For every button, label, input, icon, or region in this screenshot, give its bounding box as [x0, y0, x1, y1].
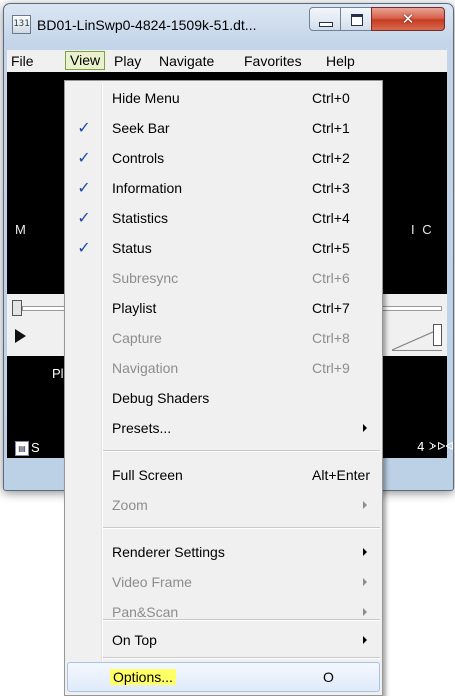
menu-item-shortcut: Ctrl+9	[312, 360, 350, 376]
menu-item-label: Presets...	[112, 420, 172, 436]
highlighted-label: Options...	[110, 669, 176, 685]
menu-favorites[interactable]: Favorites	[242, 52, 304, 70]
menu-item-shortcut: Ctrl+1	[312, 120, 350, 136]
menu-item-full-screen[interactable]: Full Screen Alt+Enter	[67, 460, 380, 490]
menu-separator	[103, 527, 380, 529]
menu-item-hide-menu[interactable]: Hide Menu Ctrl+0	[67, 83, 380, 113]
app-icon[interactable]: 131	[12, 15, 31, 34]
menu-item-label: Seek Bar	[112, 120, 170, 136]
menu-item-label: Zoom	[112, 497, 148, 513]
menu-play[interactable]: Play	[112, 52, 143, 70]
submenu-arrow-icon	[363, 636, 367, 644]
maximize-icon	[351, 14, 363, 26]
check-icon: ✓	[77, 148, 91, 167]
menu-item-options[interactable]: Options... O	[67, 662, 380, 692]
menu-navigate[interactable]: Navigate	[157, 52, 216, 70]
menu-item-video-frame: Video Frame	[67, 567, 380, 597]
play-icon[interactable]	[15, 329, 26, 343]
menu-separator	[103, 619, 380, 621]
submenu-arrow-icon	[363, 578, 367, 586]
menu-item-label: Playlist	[112, 300, 157, 316]
menu-item-label: Navigation	[112, 360, 179, 376]
window-title: BD01-LinSwp0-4824-1509k-51.dt...	[37, 17, 257, 33]
menu-item-shortcut: Ctrl+5	[312, 240, 350, 256]
menu-item-shortcut: Ctrl+7	[312, 300, 350, 316]
minimize-button[interactable]	[309, 7, 341, 31]
status-right-text: 4	[417, 440, 425, 454]
menu-item-label: Information	[112, 180, 183, 196]
video-text-left: M	[15, 222, 28, 237]
video-text-right: I C	[411, 222, 434, 237]
menu-item-label: Pan&Scan	[112, 604, 179, 620]
menu-item-presets[interactable]: Presets...	[67, 413, 380, 443]
submenu-arrow-icon	[363, 608, 367, 616]
seek-thumb[interactable]	[12, 300, 22, 316]
menu-item-debug-shaders[interactable]: Debug Shaders	[67, 383, 380, 413]
submenu-arrow-icon	[363, 424, 367, 432]
menu-help[interactable]: Help	[324, 52, 357, 70]
menu-item-shortcut: Ctrl+8	[312, 330, 350, 346]
menu-item-renderer-settings[interactable]: Renderer Settings	[67, 537, 380, 567]
menu-item-label: Status	[112, 240, 152, 256]
menu-item-label: On Top	[112, 632, 157, 648]
menu-item-zoom: Zoom	[67, 490, 380, 520]
menu-item-statistics[interactable]: ✓ Statistics Ctrl+4	[67, 203, 380, 233]
menu-item-label: Debug Shaders	[112, 390, 210, 406]
menu-item-shortcut: Ctrl+6	[312, 270, 350, 286]
status-icon: ▤	[15, 441, 29, 456]
menu-item-shortcut: O	[323, 669, 334, 685]
view-menu: Hide Menu Ctrl+0 ✓ Seek Bar Ctrl+1 ✓ Con…	[64, 80, 383, 696]
menu-item-shortcut: Ctrl+4	[312, 210, 350, 226]
menu-item-subresync: Subresync Ctrl+6	[67, 263, 380, 293]
menu-item-controls[interactable]: ✓ Controls Ctrl+2	[67, 143, 380, 173]
menu-view[interactable]: View	[65, 51, 106, 70]
menu-separator	[103, 657, 380, 659]
close-icon: ✕	[401, 10, 415, 28]
submenu-arrow-icon	[363, 501, 367, 509]
menu-item-label: Full Screen	[112, 467, 183, 483]
check-icon: ✓	[77, 178, 91, 197]
info-text: Pl	[52, 366, 64, 381]
menu-file[interactable]: File	[9, 52, 36, 70]
title-bar[interactable]: 131 BD01-LinSwp0-4824-1509k-51.dt... ✕	[4, 4, 453, 50]
menu-item-shortcut: Ctrl+0	[312, 90, 350, 106]
menu-item-status[interactable]: ✓ Status Ctrl+5	[67, 233, 380, 263]
menu-item-label: Statistics	[112, 210, 169, 226]
menu-item-shortcut: Ctrl+2	[312, 150, 350, 166]
minimize-icon	[319, 22, 333, 27]
status-text: S	[31, 440, 40, 455]
menu-item-shortcut: Alt+Enter	[312, 467, 370, 483]
audio-channels-icon: ᗆᐅᐊ	[429, 440, 454, 453]
menu-item-label: Subresync	[112, 270, 179, 286]
menu-item-navigation: Navigation Ctrl+9	[67, 353, 380, 383]
menu-item-label: Controls	[112, 150, 165, 166]
menu-item-shortcut: Ctrl+3	[312, 180, 350, 196]
menu-item-label: Renderer Settings	[112, 544, 225, 560]
menu-item-label: Video Frame	[112, 574, 192, 590]
menu-item-on-top[interactable]: On Top	[67, 625, 380, 655]
menu-item-label: Options...	[110, 662, 176, 692]
submenu-arrow-icon	[363, 548, 367, 556]
menu-item-seek-bar[interactable]: ✓ Seek Bar Ctrl+1	[67, 113, 380, 143]
maximize-button[interactable]	[340, 7, 372, 31]
menu-item-label: Capture	[112, 330, 162, 346]
menu-item-information[interactable]: ✓ Information Ctrl+3	[67, 173, 380, 203]
close-button[interactable]: ✕	[371, 7, 445, 31]
volume-thumb[interactable]	[433, 324, 442, 346]
menu-item-capture: Capture Ctrl+8	[67, 323, 380, 353]
menu-bar: File View Play Navigate Favorites Help	[7, 50, 447, 73]
menu-separator	[103, 450, 380, 452]
check-icon: ✓	[77, 208, 91, 227]
check-icon: ✓	[77, 118, 91, 137]
menu-item-label: Hide Menu	[112, 90, 180, 106]
check-icon: ✓	[77, 238, 91, 257]
menu-item-pan-scan: Pan&Scan	[67, 597, 380, 627]
menu-item-playlist[interactable]: Playlist Ctrl+7	[67, 293, 380, 323]
